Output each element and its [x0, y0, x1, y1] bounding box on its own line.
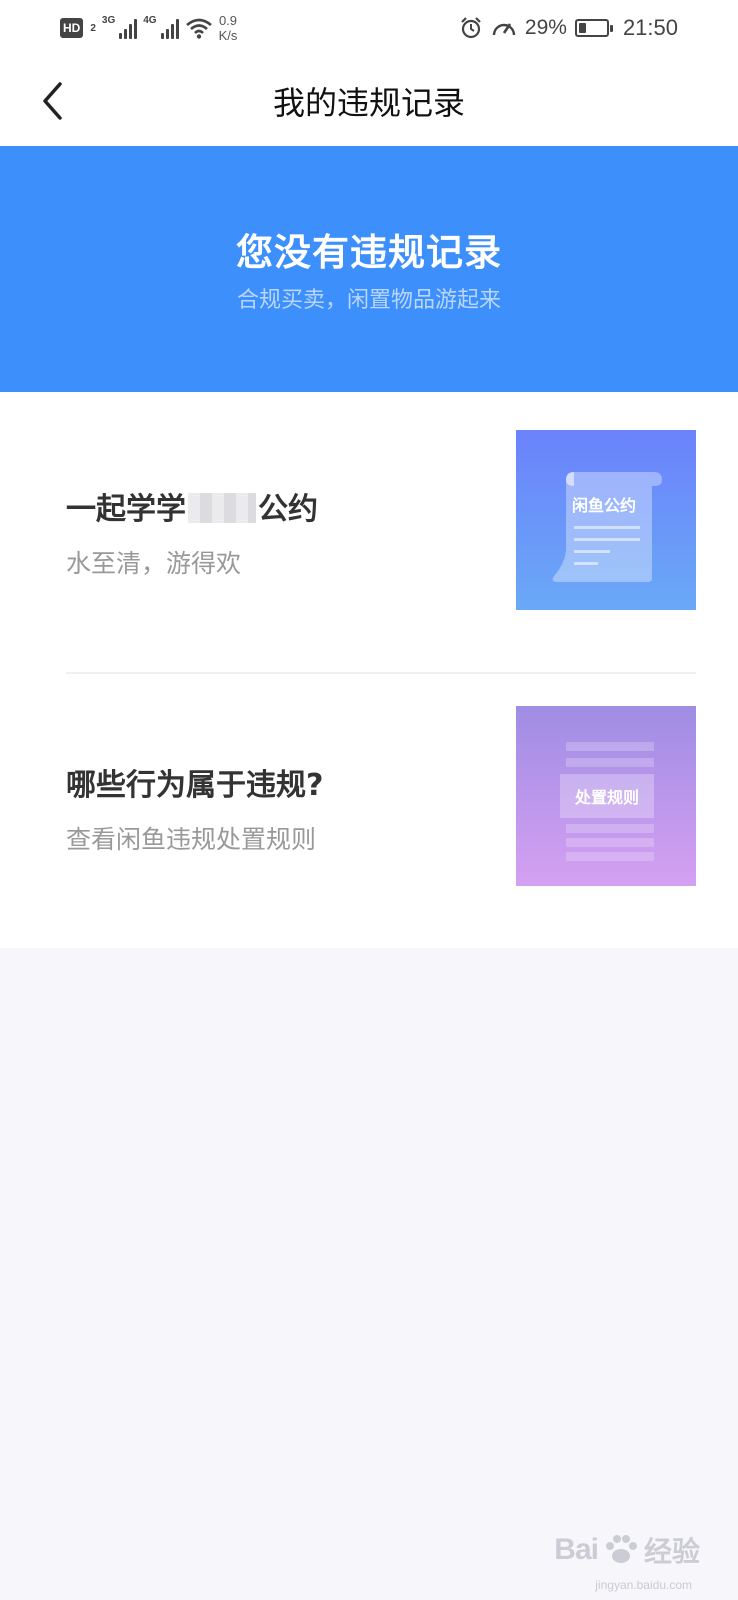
status-bar: HD 2 3G 4G 0.9 K/s 29% 21:50	[0, 0, 738, 56]
rule-line	[566, 838, 654, 847]
convention-thumb-label: 闲鱼公约	[572, 496, 637, 515]
status-banner: 您没有违规记录 合规买卖，闲置物品游起来	[0, 146, 738, 392]
page-title: 我的违规记录	[272, 84, 465, 122]
hd-badge: HD	[60, 18, 84, 38]
signal-2-icon	[160, 17, 179, 39]
rules-thumb-label: 处置规则	[560, 774, 654, 818]
scroll-graphic	[552, 472, 662, 582]
watermark-url: jingyan.baidu.com	[595, 1578, 692, 1592]
speed-value: 0.9	[218, 13, 238, 28]
violation-rules-card[interactable]: 哪些行为属于违规? 查看闲鱼违规处置规则 处置规则	[66, 706, 696, 890]
rule-line	[566, 824, 654, 833]
rules-document-icon: 处置规则	[516, 706, 696, 886]
watermark-brand: Bai	[554, 1533, 599, 1566]
banner-title: 您没有违规记录	[236, 231, 502, 274]
violation-rules-card-description: 查看闲鱼违规处置规则	[66, 825, 317, 854]
status-left-group: HD 2 3G 4G 0.9 K/s	[60, 10, 237, 46]
nav-bar: 我的违规记录	[0, 56, 738, 146]
network-4g-label: 4G	[143, 14, 157, 26]
network-speed: 0.9 K/s	[219, 13, 238, 43]
clock-time: 21:50	[622, 15, 678, 40]
battery-icon	[574, 19, 613, 37]
banner-subtitle: 合规买卖，闲置物品游起来	[236, 288, 501, 313]
paw-icon	[605, 1535, 637, 1563]
signal-1-icon	[119, 17, 138, 39]
watermark-brand-cn: 经验	[643, 1535, 700, 1568]
status-right-group: 29% 21:50	[459, 12, 678, 44]
scroll-document-icon: 闲鱼公约	[516, 430, 696, 610]
alarm-icon	[461, 17, 481, 39]
battery-percent: 29%	[524, 16, 567, 39]
violation-rules-card-title: 哪些行为属于违规?	[66, 768, 324, 803]
baidu-watermark: Bai 经验	[554, 1530, 700, 1570]
hd-sub-label: 2	[90, 22, 96, 34]
rule-line	[566, 852, 654, 861]
rule-line	[566, 758, 654, 767]
convention-title-prefix: 一起学学	[66, 492, 186, 527]
convention-card-description: 水至清，游得欢	[66, 549, 242, 578]
card-list: 一起学学 公约 水至清，游得欢 闲鱼公约 哪些行为属于违规? 查看闲鱼违规处置规则…	[0, 392, 738, 948]
convention-title-suffix: 公约	[258, 492, 318, 527]
convention-card-title: 一起学学 公约	[66, 484, 318, 528]
speedometer-icon	[492, 23, 516, 36]
card-divider	[66, 672, 696, 674]
wifi-icon	[185, 18, 212, 39]
network-3g-label: 3G	[101, 14, 116, 26]
battery-fill	[578, 23, 587, 33]
redacted-block	[188, 493, 256, 523]
convention-card[interactable]: 一起学学 公约 水至清，游得欢 闲鱼公约	[66, 430, 696, 614]
rule-line	[566, 742, 654, 751]
speed-unit: K/s	[218, 28, 238, 43]
